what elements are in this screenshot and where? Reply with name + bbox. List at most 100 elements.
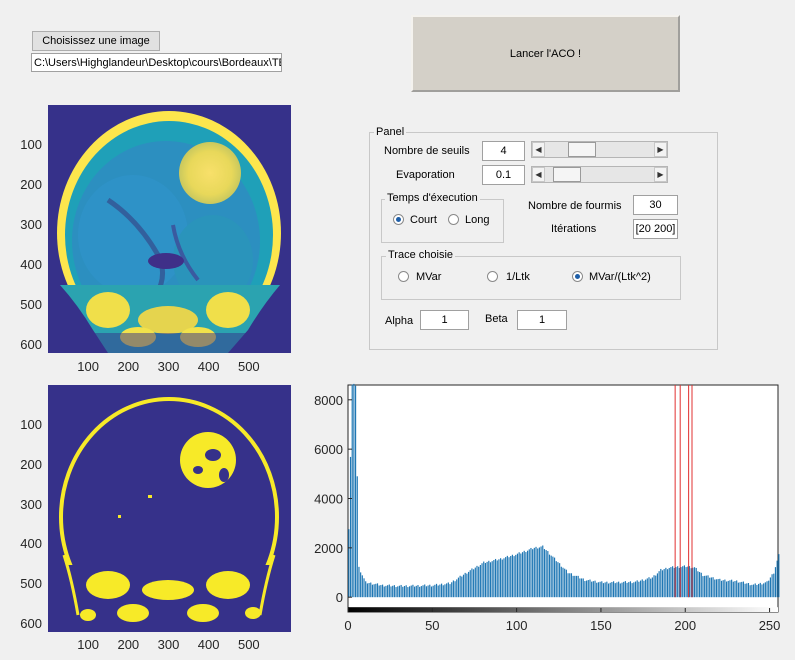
radio-1-ltk[interactable] — [487, 271, 498, 282]
histogram-bar — [393, 585, 395, 598]
histogram-bar — [670, 567, 672, 598]
histogram-bar — [572, 575, 574, 598]
histogram-bar — [515, 554, 517, 598]
histogram-bar — [631, 583, 633, 598]
histogram-bar — [420, 586, 422, 598]
radio-mvar[interactable] — [398, 271, 409, 282]
x-tick-label: 250 — [759, 618, 781, 633]
histogram-bar — [363, 578, 365, 598]
image-y-tick: 600 — [20, 337, 42, 352]
histogram-bar — [543, 549, 546, 598]
slider-left-arrow-icon[interactable]: ◀ — [532, 167, 545, 182]
histogram-bar — [498, 559, 500, 598]
histogram-bar — [661, 570, 664, 598]
histogram-bar — [636, 580, 638, 598]
slider-left-arrow-icon[interactable]: ◀ — [532, 142, 545, 157]
evaporation-field[interactable]: 0.1 — [482, 165, 525, 185]
histogram-bar — [763, 583, 765, 598]
histogram-bar — [494, 558, 497, 598]
radio-long[interactable] — [448, 214, 459, 225]
histogram-bar — [752, 584, 755, 598]
histogram-bar — [668, 567, 670, 598]
histogram-bar — [656, 573, 659, 598]
histogram-bar — [586, 580, 588, 598]
histogram-bar — [388, 584, 390, 598]
histogram-bar — [717, 579, 719, 598]
colorbar — [348, 607, 778, 612]
histogram-bar — [591, 581, 593, 598]
nombre-seuils-slider[interactable]: ◀ ▶ — [531, 141, 668, 158]
histogram-bar — [569, 573, 571, 598]
choose-image-button[interactable]: Choisissez une image — [32, 31, 160, 51]
histogram-bar — [731, 579, 733, 598]
nombre-seuils-field[interactable]: 4 — [482, 141, 525, 161]
image-x-tick: 300 — [157, 359, 180, 374]
radio-mvar-ltk2-label: MVar/(Ltk^2) — [589, 271, 651, 283]
slider-right-arrow-icon[interactable]: ▶ — [654, 167, 667, 182]
radio-mvar-ltk2[interactable] — [572, 271, 583, 282]
histogram-bar — [672, 566, 674, 598]
histogram-bar — [424, 584, 426, 598]
launch-aco-button[interactable]: Lancer l'ACO ! — [411, 15, 680, 92]
histogram-bar — [643, 580, 645, 598]
image-x-tick: 100 — [77, 637, 100, 652]
histogram-bar — [440, 583, 443, 598]
histogram-bar — [778, 554, 780, 598]
histogram-bar — [741, 581, 743, 598]
histogram-bar — [513, 556, 515, 598]
histogram-bar — [564, 568, 566, 598]
histogram-bar — [761, 584, 763, 598]
histogram-bar — [641, 579, 643, 598]
histogram-bar — [446, 583, 448, 598]
histogram-bar — [550, 555, 552, 598]
iterations-field[interactable]: [20 200] — [633, 219, 678, 239]
evaporation-label: Evaporation — [396, 169, 455, 181]
image-x-tick: 200 — [117, 359, 140, 374]
histogram-bar — [666, 569, 669, 598]
image-y-tick: 300 — [20, 496, 42, 512]
histogram-bar — [653, 575, 655, 598]
histogram-bar — [447, 582, 449, 598]
image-x-tick: 300 — [157, 637, 180, 652]
histogram-bar — [552, 556, 554, 598]
histogram-bar — [557, 562, 559, 598]
histogram-bar — [559, 563, 561, 598]
histogram-bar — [496, 560, 498, 598]
histogram-bar — [360, 572, 362, 598]
histogram-bar — [365, 581, 367, 598]
histogram-bar — [547, 551, 549, 598]
histogram-bar — [390, 586, 392, 598]
slider-right-arrow-icon[interactable]: ▶ — [654, 142, 667, 157]
histogram-bar — [451, 582, 453, 598]
histogram-bar — [520, 553, 522, 598]
histogram-bar — [774, 567, 777, 598]
radio-1-ltk-label: 1/Ltk — [506, 271, 530, 283]
radio-court[interactable] — [393, 214, 404, 225]
histogram-bar — [403, 586, 406, 598]
histogram-bar — [412, 584, 414, 598]
histogram-bar — [660, 568, 662, 598]
evaporation-slider[interactable]: ◀ ▶ — [531, 166, 668, 183]
histogram-bar — [414, 586, 416, 598]
histogram-bar — [624, 581, 626, 598]
slider-thumb[interactable] — [567, 142, 596, 157]
histogram-bar — [370, 582, 372, 598]
iterations-label: Itérations — [551, 223, 597, 235]
x-tick-label: 150 — [590, 618, 612, 633]
slider-thumb[interactable] — [553, 167, 582, 182]
histogram-bar — [606, 581, 608, 598]
beta-field[interactable]: 1 — [517, 310, 567, 330]
histogram-bar — [645, 579, 647, 598]
histogram-bar — [488, 560, 490, 598]
image-path-field[interactable]: C:\Users\Highglandeur\Desktop\cours\Bord… — [31, 53, 282, 72]
radio-mvar-label: MVar — [416, 271, 442, 283]
y-tick-label: 2000 — [314, 541, 343, 556]
fourmis-field[interactable]: 30 — [633, 195, 678, 215]
histogram-bar — [621, 582, 623, 598]
histogram-bar — [452, 580, 454, 598]
histogram-bar — [538, 547, 540, 598]
histogram-bar — [698, 572, 701, 598]
alpha-field[interactable]: 1 — [420, 310, 469, 330]
histogram-bar — [580, 578, 583, 598]
histogram-bar — [501, 559, 503, 598]
